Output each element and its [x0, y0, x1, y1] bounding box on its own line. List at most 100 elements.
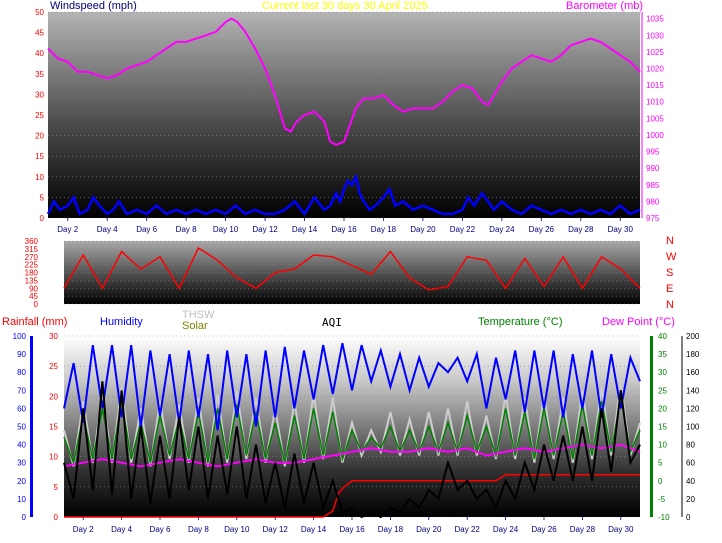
y-tick-label: 315	[25, 245, 39, 254]
dewpoint-label: Dew Point (°C)	[602, 316, 675, 328]
x-tick-label: Day 6	[136, 225, 157, 234]
y-tick-label: 60	[17, 404, 26, 413]
x-tick-label: Day 16	[331, 225, 357, 234]
compass-label: S	[666, 267, 673, 279]
y-tick-label: 30	[35, 90, 44, 99]
x-tick-label: Day 18	[378, 525, 404, 534]
y-tick-label: 1005	[646, 114, 664, 123]
wind-y-ticks: 0 5 10 15 20 25 30 35 40 45 50	[35, 8, 44, 223]
y-tick-label: 140	[686, 386, 700, 395]
y-tick-label: 1015	[646, 81, 664, 90]
y-tick-label: 30	[49, 332, 58, 341]
direction-y-ticks: 04590135180225270315360	[25, 237, 39, 309]
chart-title: Current last 30 days 30 April 2025	[262, 0, 428, 12]
y-tick-label: 45	[35, 29, 44, 38]
multi-sensor-x-ticks: Day 2 Day 4 Day 6 Day 8 Day 10 Day 12 Day 14 Da…	[73, 517, 634, 534]
x-tick-label: Day 26	[531, 525, 557, 534]
y-tick-label: 25	[49, 362, 58, 371]
y-tick-label: 25	[35, 111, 44, 120]
x-tick-label: Day 22	[455, 525, 481, 534]
y-tick-label: 70	[17, 386, 26, 395]
y-tick-label: 0	[22, 513, 27, 522]
x-tick-label: Day 8	[176, 225, 197, 234]
y-tick-label: 10	[658, 441, 667, 450]
y-tick-label: 40	[686, 477, 695, 486]
baro-y-ticks: 975 980 985 990 995 1000 1005 1010 1015 1020 1025 1…	[641, 12, 664, 223]
multi-sensor-panel: Day 2 Day 4 Day 6 Day 8 Day 10 Day 12 Day 14 Da…	[2, 309, 700, 534]
y-tick-label: 980	[646, 197, 660, 206]
y-tick-label: 360	[25, 237, 39, 246]
y-tick-label: 225	[25, 261, 39, 270]
y-tick-label: 160	[686, 368, 700, 377]
wind-baro-panel: Day 2 Day 4 Day 6 Day 8 Day 10 Day 12 Day 14 Da…	[35, 0, 664, 234]
temperature-axis-bar	[650, 336, 653, 517]
humidity-label: Humidity	[100, 316, 143, 328]
y-tick-label: 1035	[646, 15, 664, 24]
x-tick-label: Day 24	[493, 525, 519, 534]
x-tick-label: Day 12	[263, 525, 289, 534]
x-tick-label: Day 16	[339, 525, 365, 534]
y-tick-label: 40	[17, 441, 26, 450]
compass-labels: N W S E N	[666, 235, 677, 311]
y-tick-label: 0	[54, 513, 59, 522]
x-tick-label: Day 30	[608, 525, 634, 534]
rainfall-y-ticks: 0 5 10 15 20 25 30	[49, 332, 58, 522]
x-tick-label: Day 20	[410, 225, 436, 234]
y-tick-label: 50	[35, 8, 44, 17]
solar-label: Solar	[182, 320, 208, 332]
x-tick-label: Day 18	[371, 225, 397, 234]
y-tick-label: 270	[25, 253, 39, 262]
y-tick-label: 135	[25, 276, 39, 285]
y-tick-label: 15	[658, 423, 667, 432]
y-tick-label: 990	[646, 164, 660, 173]
x-tick-label: Day 24	[489, 225, 515, 234]
y-tick-label: 20	[686, 495, 695, 504]
humidity-axis-bar	[30, 336, 33, 517]
x-tick-label: Day 8	[188, 525, 209, 534]
y-tick-label: 975	[646, 214, 660, 223]
y-tick-label: 180	[25, 269, 39, 278]
compass-label: N	[666, 235, 674, 247]
y-tick-label: 30	[17, 459, 26, 468]
x-tick-label: Day 4	[111, 525, 132, 534]
y-tick-label: 985	[646, 181, 660, 190]
x-tick-label: Day 26	[529, 225, 555, 234]
y-tick-label: 35	[35, 70, 44, 79]
y-tick-label: 995	[646, 148, 660, 157]
y-tick-label: 10	[17, 495, 26, 504]
y-tick-label: -10	[658, 513, 670, 522]
x-tick-label: Day 2	[73, 525, 94, 534]
x-tick-label: Day 12	[252, 225, 278, 234]
y-tick-label: -5	[658, 495, 666, 504]
y-tick-label: 80	[686, 441, 695, 450]
y-tick-label: 90	[17, 350, 26, 359]
y-tick-label: 20	[658, 404, 667, 413]
wind-baro-x-ticks: Day 2 Day 4 Day 6 Day 8 Day 10 Day 12 Day 14 Da…	[57, 218, 633, 234]
y-tick-label: 5	[40, 193, 45, 202]
y-tick-label: 25	[658, 386, 667, 395]
weather-chart: Day 2 Day 4 Day 6 Day 8 Day 10 Day 12 Day 14 Da…	[2, 0, 700, 534]
y-tick-label: 45	[29, 292, 38, 301]
y-tick-label: 20	[17, 477, 26, 486]
y-tick-label: 50	[17, 423, 26, 432]
x-tick-label: Day 10	[213, 225, 239, 234]
wind-axis-label: Windspeed (mph)	[50, 0, 137, 12]
x-tick-label: Day 20	[416, 525, 442, 534]
aqi-label: AQI	[322, 316, 342, 329]
y-tick-label: 10	[35, 173, 44, 182]
y-tick-label: 1030	[646, 31, 664, 40]
x-tick-label: Day 30	[608, 225, 634, 234]
x-tick-label: Day 2	[57, 225, 78, 234]
y-tick-label: 40	[35, 49, 44, 58]
y-tick-label: 0	[40, 214, 45, 223]
y-tick-label: 40	[658, 332, 667, 341]
y-tick-label: 1025	[646, 48, 664, 57]
compass-label: N	[666, 299, 674, 311]
y-tick-label: 120	[686, 404, 700, 413]
humidity-y-ticks: 0 10 20 30 40 50 60 70 80 90 100	[13, 332, 27, 522]
baro-axis-label: Barometer (mb)	[566, 0, 643, 12]
x-tick-label: Day 4	[97, 225, 118, 234]
y-tick-label: 1020	[646, 64, 664, 73]
x-tick-label: Day 28	[568, 225, 594, 234]
y-tick-label: 15	[49, 423, 58, 432]
